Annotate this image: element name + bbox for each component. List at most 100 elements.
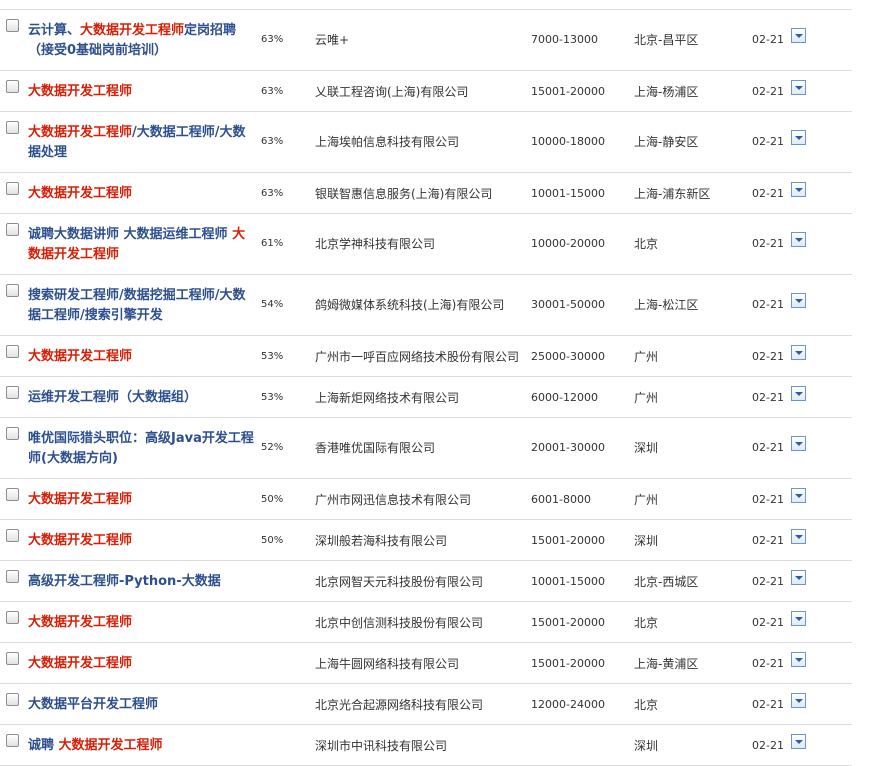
job-location: 上海-浦东新区 <box>634 187 711 201</box>
expand-dropdown-icon[interactable] <box>791 570 806 585</box>
job-title-link[interactable]: 搜索研发工程师/数据挖掘工程师/大数据工程师/搜索引擎开发 <box>28 286 254 326</box>
company-name[interactable]: 鸽姆微媒体系统科技(上海)有限公司 <box>315 296 504 314</box>
expand-dropdown-icon[interactable] <box>791 436 806 451</box>
expand-dropdown-icon[interactable] <box>791 488 806 503</box>
company-name[interactable]: 广州市一呼百应网络技术股份有限公司 <box>315 348 519 366</box>
job-title-text: 高级开发工程师-Python-大数据 <box>28 574 221 589</box>
keyword-highlight: 大数据开发工程师 <box>28 656 133 671</box>
job-location: 北京-昌平区 <box>634 33 699 47</box>
expand-dropdown-icon[interactable] <box>791 611 806 626</box>
select-checkbox[interactable] <box>6 80 19 93</box>
post-date: 02-21 <box>752 350 784 363</box>
job-row: 大数据开发工程师 50% 深圳般若海科技有限公司 15001-20000 深圳 02-21 <box>0 520 852 561</box>
select-checkbox[interactable] <box>6 345 19 358</box>
job-title-text: 搜索研发工程师/数据挖掘工程师/大数据工程师/搜索引擎开发 <box>28 288 246 323</box>
select-checkbox[interactable] <box>6 529 19 542</box>
post-date: 02-21 <box>752 493 784 506</box>
select-checkbox[interactable] <box>6 121 19 134</box>
job-location: 上海-黄浦区 <box>634 657 699 671</box>
company-name[interactable]: 广州市网迅信息技术有限公司 <box>315 491 471 509</box>
salary-range: 25000-30000 <box>531 350 605 363</box>
company-name[interactable]: 深圳般若海科技有限公司 <box>315 532 447 550</box>
salary-range: 15001-20000 <box>531 534 605 547</box>
job-row: 大数据开发工程师 63% 乂联工程咨询(上海)有限公司 15001-20000 上海-杨… <box>0 71 852 112</box>
job-row: 名企在线 大数据开发工程师北京数字天下科技有限公司北京 <box>0 0 852 10</box>
keyword-highlight: 大数据开发工程师 <box>28 186 133 201</box>
job-title-text: 运维开发工程师（大数据组） <box>28 390 198 405</box>
select-checkbox[interactable] <box>6 386 19 399</box>
expand-dropdown-icon[interactable] <box>791 130 806 145</box>
select-checkbox[interactable] <box>6 652 19 665</box>
match-percent: 63% <box>261 34 284 45</box>
expand-dropdown-icon[interactable] <box>791 652 806 667</box>
job-title-link[interactable]: 大数据开发工程师 <box>28 82 254 102</box>
select-checkbox[interactable] <box>6 693 19 706</box>
job-title-link[interactable]: 大数据开发工程师 <box>28 531 254 551</box>
post-date: 02-21 <box>752 85 784 98</box>
job-title-link[interactable]: 大数据开发工程师/大数据工程师/大数据处理 <box>28 123 254 163</box>
salary-range: 15001-20000 <box>531 657 605 670</box>
company-name[interactable]: 北京学神科技有限公司 <box>315 235 435 253</box>
expand-dropdown-icon[interactable] <box>791 80 806 95</box>
job-location: 深圳 <box>634 739 659 753</box>
job-title-link[interactable]: 云计算、大数据开发工程师定岗招聘（接受0基础岗前培训） <box>28 21 254 61</box>
expand-dropdown-icon[interactable] <box>791 386 806 401</box>
select-checkbox[interactable] <box>6 284 19 297</box>
company-name[interactable]: 上海埃帕信息科技有限公司 <box>315 133 459 151</box>
expand-dropdown-icon[interactable] <box>791 734 806 749</box>
expand-dropdown-icon[interactable] <box>791 529 806 544</box>
select-checkbox[interactable] <box>6 488 19 501</box>
company-name[interactable]: 上海新炬网络技术有限公司 <box>315 389 459 407</box>
salary-range: 20001-30000 <box>531 441 605 454</box>
post-date: 02-21 <box>752 187 784 200</box>
company-name[interactable]: 北京网智天元科技股份有限公司 <box>315 573 483 591</box>
select-checkbox[interactable] <box>6 570 19 583</box>
company-name[interactable]: 银联智惠信息服务(上海)有限公司 <box>315 185 492 203</box>
expand-dropdown-icon[interactable] <box>791 28 806 43</box>
job-location: 广州 <box>634 493 659 507</box>
company-name[interactable]: 上海牛圆网络科技有限公司 <box>315 655 459 673</box>
expand-dropdown-icon[interactable] <box>791 293 806 308</box>
select-checkbox[interactable] <box>6 427 19 440</box>
job-title-link[interactable]: 大数据开发工程师 <box>28 184 254 204</box>
select-checkbox[interactable] <box>6 19 19 32</box>
job-title-link[interactable]: 大数据开发工程师 <box>28 613 254 633</box>
expand-dropdown-icon[interactable] <box>791 693 806 708</box>
job-title-link[interactable]: 大数据平台开发工程师 <box>28 695 254 715</box>
salary-range: 10001-15000 <box>531 575 605 588</box>
job-row: 诚聘 大数据开发工程师 深圳市中讯科技有限公司 深圳 02-21 <box>0 725 852 766</box>
keyword-highlight: 大数据开发工程师 <box>28 349 133 364</box>
company-name[interactable]: 北京中创信测科技股份有限公司 <box>315 614 483 632</box>
match-percent: 54% <box>261 299 284 310</box>
keyword-highlight: 大数据开发工程师 <box>80 23 185 38</box>
match-percent: 52% <box>261 442 284 453</box>
company-name[interactable]: 云唯+ <box>315 31 349 49</box>
job-title-link[interactable]: 高级开发工程师-Python-大数据 <box>28 572 254 592</box>
company-name[interactable]: 北京光合起源网络科技有限公司 <box>315 696 483 714</box>
company-name[interactable]: 深圳市中讯科技有限公司 <box>315 737 447 755</box>
job-title-link[interactable]: 唯优国际猎头职位：高级Java开发工程师(大数据方向) <box>28 429 254 469</box>
select-checkbox[interactable] <box>6 611 19 624</box>
post-date: 02-21 <box>752 135 784 148</box>
company-name[interactable]: 乂联工程咨询(上海)有限公司 <box>315 83 468 101</box>
salary-range: 6000-12000 <box>531 391 598 404</box>
company-name[interactable]: 香港唯优国际有限公司 <box>315 439 435 457</box>
job-title-link[interactable]: 运维开发工程师（大数据组） <box>28 388 254 408</box>
select-checkbox[interactable] <box>6 223 19 236</box>
select-checkbox[interactable] <box>6 182 19 195</box>
job-row: 云计算、大数据开发工程师定岗招聘（接受0基础岗前培训） 63% 云唯+ 7000-13… <box>0 10 852 71</box>
match-percent: 63% <box>261 136 284 147</box>
expand-dropdown-icon[interactable] <box>791 232 806 247</box>
job-row: 大数据开发工程师 北京中创信测科技股份有限公司 15001-20000 北京 02-21 <box>0 602 852 643</box>
salary-range: 10001-15000 <box>531 187 605 200</box>
job-title-link[interactable]: 大数据开发工程师 <box>28 654 254 674</box>
job-title-link[interactable]: 大数据开发工程师 <box>28 347 254 367</box>
expand-dropdown-icon[interactable] <box>791 182 806 197</box>
expand-dropdown-icon[interactable] <box>791 345 806 360</box>
salary-range: 6001-8000 <box>531 493 591 506</box>
post-date: 02-21 <box>752 698 784 711</box>
job-title-link[interactable]: 诚聘 大数据开发工程师 <box>28 736 254 756</box>
job-row: 大数据平台开发工程师 北京光合起源网络科技有限公司 12000-24000 北京 02-… <box>0 684 852 725</box>
job-title-link[interactable]: 诚聘大数据讲师 大数据运维工程师 大数据开发工程师 <box>28 225 254 265</box>
job-title-link[interactable]: 大数据开发工程师 <box>28 490 254 510</box>
